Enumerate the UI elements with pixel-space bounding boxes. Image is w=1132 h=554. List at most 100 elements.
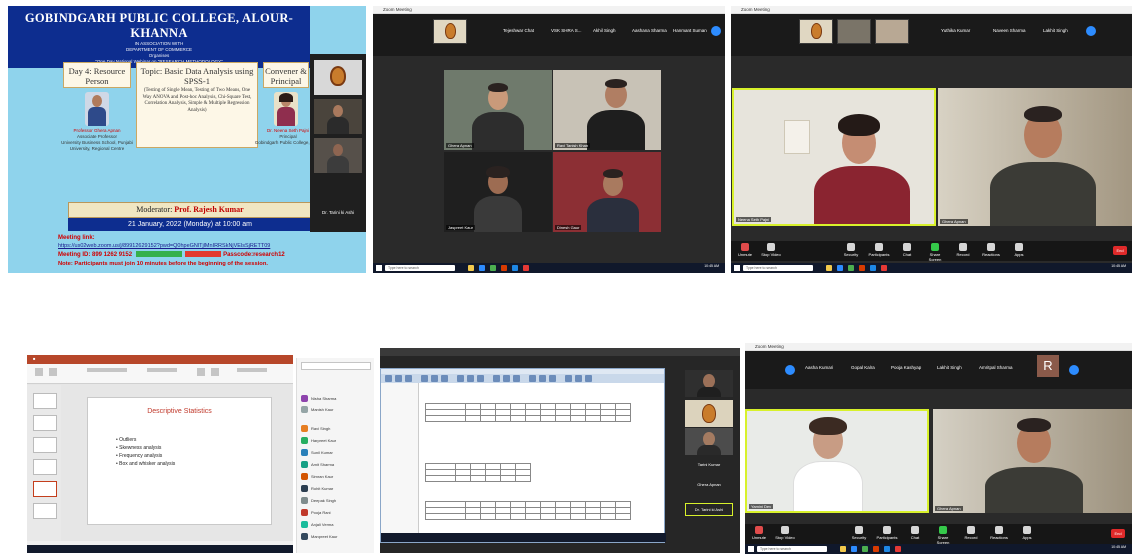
chat-row[interactable]: Simran Kaur [301,472,371,481]
chat-button[interactable]: Chat [903,526,927,540]
next-page-icon[interactable] [1069,365,1079,375]
chat-row[interactable]: Manish Kaur [301,405,371,414]
chat-row[interactable]: Anjali Verma [301,520,371,529]
arrange-icon[interactable] [211,368,219,376]
pdf-icon[interactable] [895,546,901,552]
chat-search-box[interactable] [301,362,371,370]
side-video[interactable] [685,428,733,455]
participant-name[interactable]: Pooja Kashyap [891,365,921,370]
chat-row[interactable]: Deepak Singh [301,496,371,505]
shapes-icon[interactable] [197,368,205,376]
participant-name[interactable]: Gopal Kalra [851,365,875,370]
spss-output-tree[interactable] [381,383,419,535]
tool-icon[interactable] [513,375,520,382]
active-speaker-video[interactable]: Neena Seth Pajni [732,88,936,226]
slide-thumbnail-selected[interactable] [33,481,57,497]
tool-icon[interactable] [431,375,438,382]
taskbar-search[interactable]: Type here to search [743,265,813,271]
save-icon[interactable] [395,375,402,382]
windows-start-icon[interactable] [748,546,754,552]
tool-icon[interactable] [477,375,484,382]
slide-thumbnail[interactable] [33,459,57,475]
share-screen-button[interactable]: Share Screen [931,526,955,545]
video-tile[interactable]: Ravi Tanish Khan [553,70,661,150]
logo-tile[interactable] [685,400,733,427]
participant-thumb[interactable] [837,19,871,44]
tool-icon[interactable] [539,375,546,382]
windows-start-icon[interactable] [734,265,740,271]
unmute-button[interactable]: Unmute [747,526,771,540]
chat-row[interactable]: Harpreet Kaur [301,436,371,445]
print-icon[interactable] [405,375,412,382]
paste-icon[interactable] [35,368,43,376]
participants-button[interactable]: Participants [875,526,899,540]
participant-thumb[interactable] [875,19,909,44]
slide-thumbnail[interactable] [33,503,57,519]
stop-video-button[interactable]: Stop Video [759,243,783,257]
chrome-icon[interactable] [848,265,854,271]
video-tile[interactable]: Ghera Apnan [444,70,552,150]
next-page-icon[interactable] [711,26,721,36]
slide-thumbnail[interactable] [33,415,57,431]
chat-row[interactable]: Pooja Rani [301,508,371,517]
participant-name[interactable]: Aashana Sharma [632,28,667,33]
powerpoint-icon[interactable] [873,546,879,552]
participant-name[interactable]: Naveen Sharma [993,28,1026,33]
font-box[interactable] [87,368,127,372]
record-button[interactable]: Record [959,526,983,540]
chrome-icon[interactable] [490,265,496,271]
tool-icon[interactable] [529,375,536,382]
participant-name[interactable]: Akhil Singh [593,28,616,33]
apps-button[interactable]: Apps [1015,526,1039,540]
participant-thumb-logo[interactable] [433,19,467,44]
taskbar-search[interactable]: Type here to search [385,265,455,271]
slide-thumbnail[interactable] [33,393,57,409]
video-tile[interactable]: Ghera Apnan [938,88,1132,226]
tool-icon[interactable] [549,375,556,382]
windows-start-icon[interactable] [376,265,382,271]
stop-video-button[interactable]: Stop Video [773,526,797,540]
prev-page-icon[interactable] [785,365,795,375]
edge-icon[interactable] [884,546,890,552]
meeting-link[interactable]: https://us02web.zoom.us/j/89912629152?pw… [58,242,270,250]
participant-name[interactable]: Yuthika Kumar [941,28,970,33]
tool-icon[interactable] [457,375,464,382]
participant-name[interactable]: Amritpal Sharma [979,365,1013,370]
tool-icon[interactable] [467,375,474,382]
tool-icon[interactable] [441,375,448,382]
slide-thumbnail[interactable] [33,437,57,453]
taskbar-search[interactable]: Type here to search [757,546,827,552]
security-button[interactable]: Security [839,243,863,257]
open-icon[interactable] [385,375,392,382]
powerpoint-icon[interactable] [859,265,865,271]
participant-thumb-logo[interactable] [799,19,833,44]
reactions-button[interactable]: Reactions [979,243,1003,257]
zoom-icon[interactable] [479,265,485,271]
folder-icon[interactable] [840,546,846,552]
zoom-icon[interactable] [851,546,857,552]
chat-row[interactable]: Rohit Kumar [301,484,371,493]
share-screen-button[interactable]: Share Screen [923,243,947,262]
tool-icon[interactable] [565,375,572,382]
chat-row[interactable]: Nisha Sharma [301,394,371,403]
unmute-button[interactable]: Unmute [733,243,757,257]
pdf-icon[interactable] [523,265,529,271]
reactions-button[interactable]: Reactions [987,526,1011,540]
chat-button[interactable]: Chat [895,243,919,257]
apps-button[interactable]: Apps [1007,243,1031,257]
participant-name[interactable]: Lakhit Singh [1043,28,1068,33]
end-button[interactable]: End [1113,246,1127,255]
participant-name[interactable]: Aasha Kumari [805,365,833,370]
tool-icon[interactable] [421,375,428,382]
edge-icon[interactable] [870,265,876,271]
tool-icon[interactable] [575,375,582,382]
powerpoint-icon[interactable] [501,265,507,271]
video-tile[interactable]: Ghera Apnan [933,409,1132,513]
side-video[interactable] [685,370,733,397]
active-speaker-video[interactable]: Yamini Dev [745,409,929,513]
end-button[interactable]: End [1111,529,1125,538]
chat-row[interactable]: Amit Sharma [301,460,371,469]
pdf-icon[interactable] [881,265,887,271]
participant-name[interactable]: VSK SHRA S... [551,28,582,33]
video-tile[interactable]: Dinesh Gaur [553,152,661,232]
